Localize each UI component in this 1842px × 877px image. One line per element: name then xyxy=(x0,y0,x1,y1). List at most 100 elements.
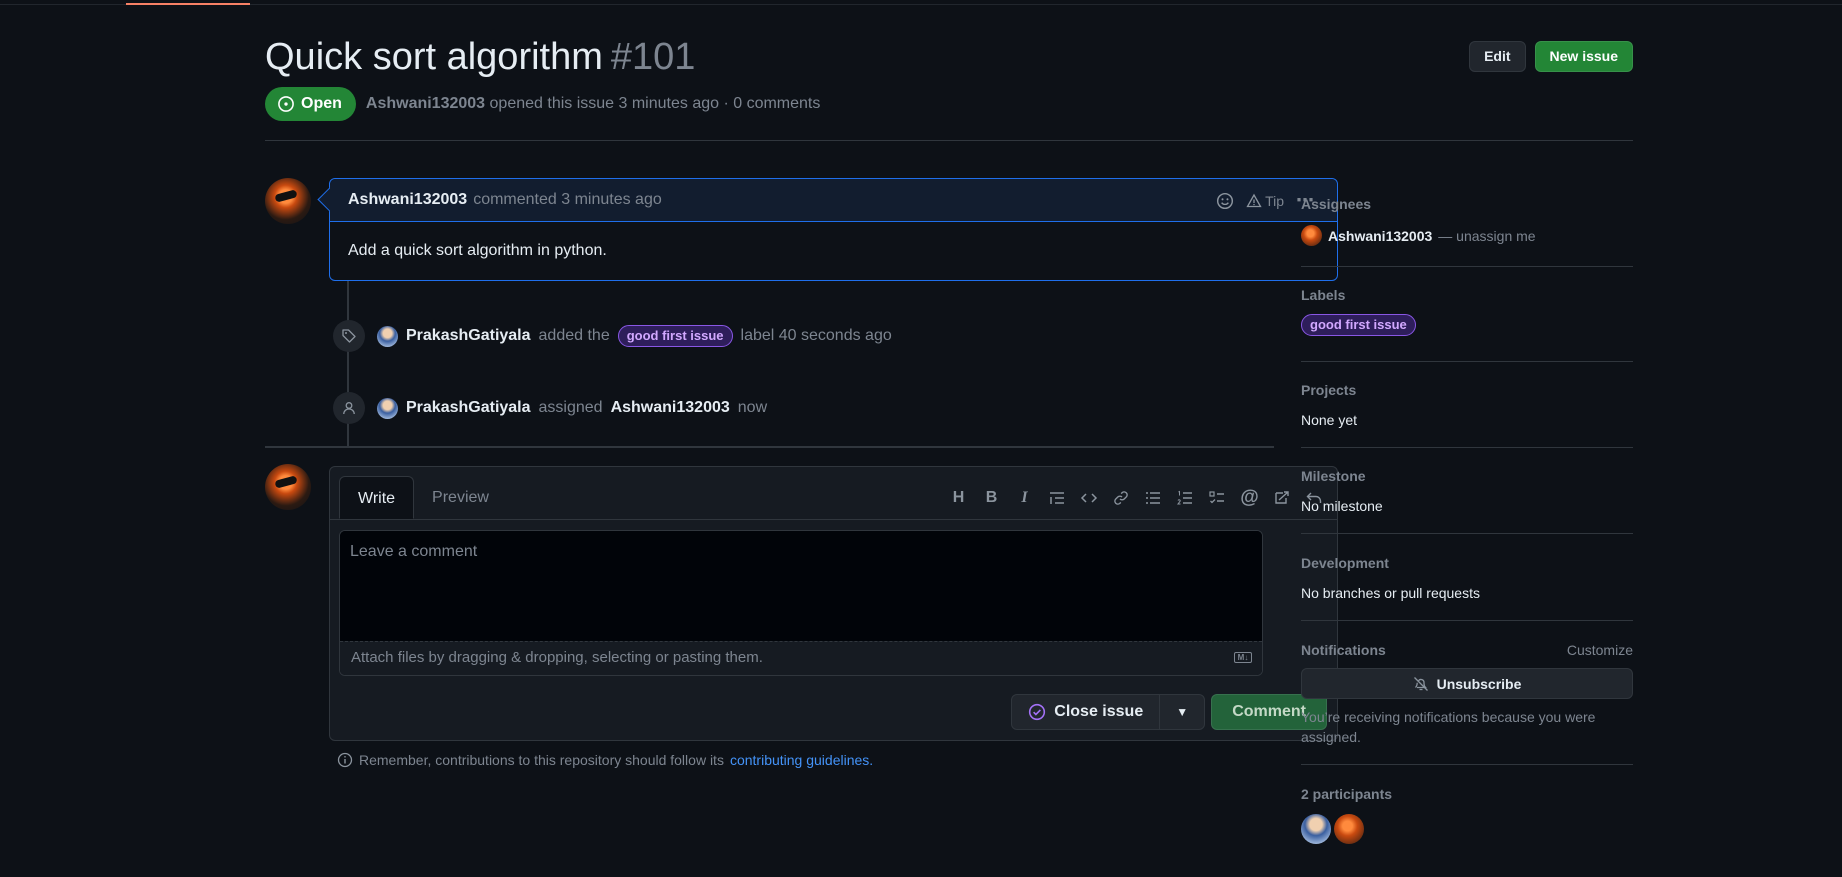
sidebar-divider xyxy=(1301,533,1633,534)
label-badge[interactable]: good first issue xyxy=(617,325,733,347)
event-action: added the xyxy=(538,327,610,344)
sidebar-divider xyxy=(1301,361,1633,362)
development-title[interactable]: Development xyxy=(1301,555,1633,571)
close-issue-button-group: Close issue ▼ xyxy=(1011,694,1206,730)
notifications-section: Notifications Customize Unsubscribe You’… xyxy=(1301,642,1633,747)
labels-section: Labels good first issue xyxy=(1301,287,1633,336)
avatar[interactable] xyxy=(1334,814,1364,844)
bold-icon[interactable]: B xyxy=(982,489,1001,507)
timeline-event-assigned: PrakashGatiyala assigned Ashwani132003 n… xyxy=(333,392,767,424)
check-circle-icon xyxy=(1029,703,1046,721)
avatar[interactable] xyxy=(265,178,311,224)
new-issue-button[interactable]: New issue xyxy=(1534,41,1633,72)
issue-number: #101 xyxy=(610,36,696,78)
development-section: Development No branches or pull requests xyxy=(1301,555,1633,601)
comment-composer: Write Preview H B I @ Attach files by dr… xyxy=(329,466,1338,741)
tag-icon xyxy=(342,329,356,343)
milestone-title[interactable]: Milestone xyxy=(1301,468,1633,484)
person-icon xyxy=(343,402,355,415)
event-action: assigned xyxy=(538,399,603,416)
avatar[interactable] xyxy=(1301,814,1331,844)
triangle-down-icon[interactable]: ▼ xyxy=(1160,705,1204,719)
assignee-row: Ashwani132003 — unassign me xyxy=(1301,225,1633,246)
avatar[interactable] xyxy=(377,325,398,347)
development-value: No branches or pull requests xyxy=(1301,585,1480,601)
unsubscribe-label: Unsubscribe xyxy=(1436,675,1522,692)
opened-by: Ashwani132003 opened this issue 3 minute… xyxy=(366,95,820,113)
tip-button[interactable]: Tip xyxy=(1246,193,1284,209)
sidebar-divider xyxy=(1301,447,1633,448)
sidebar-divider xyxy=(1301,764,1633,765)
projects-title[interactable]: Projects xyxy=(1301,382,1633,398)
file-attachment-area[interactable]: Attach files by dragging & dropping, sel… xyxy=(340,641,1262,675)
attach-text: Attach files by dragging & dropping, sel… xyxy=(351,649,763,666)
unassign-link[interactable]: — unassign me xyxy=(1438,228,1535,244)
smiley-icon[interactable] xyxy=(1216,192,1234,210)
header-actions: Edit New issue xyxy=(1469,41,1633,72)
header-divider xyxy=(265,140,1633,141)
assignees-section: Assignees Ashwani132003 — unassign me xyxy=(1301,196,1633,246)
timeline-event-labeled: PrakashGatiyala added the good first iss… xyxy=(333,320,892,352)
issue-title-text: Quick sort algorithm xyxy=(265,36,603,78)
numbered-list-icon[interactable] xyxy=(1176,490,1194,506)
close-issue-button[interactable]: Close issue xyxy=(1012,695,1161,729)
tab-preview[interactable]: Preview xyxy=(414,476,507,519)
alert-icon xyxy=(1246,193,1262,207)
avatar[interactable] xyxy=(1301,225,1322,246)
timeline-divider xyxy=(265,446,1274,448)
edit-button[interactable]: Edit xyxy=(1469,41,1526,72)
unsubscribe-button[interactable]: Unsubscribe xyxy=(1301,668,1633,699)
composer-actions: Close issue ▼ Comment xyxy=(1011,694,1327,730)
comment-field-wrap: Attach files by dragging & dropping, sel… xyxy=(339,530,1263,676)
event-time[interactable]: now xyxy=(738,399,767,417)
link-icon[interactable] xyxy=(1112,490,1130,506)
participants-section: 2 participants xyxy=(1301,786,1633,844)
comment-time[interactable]: commented 3 minutes ago xyxy=(473,191,662,209)
customize-button[interactable]: Customize xyxy=(1567,642,1633,658)
label-badge[interactable]: good first issue xyxy=(1301,314,1416,336)
avatar[interactable] xyxy=(265,464,311,510)
info-icon xyxy=(337,752,353,768)
status-label: Open xyxy=(301,95,342,112)
event-actor-link[interactable]: PrakashGatiyala xyxy=(406,399,531,417)
notifications-reason: You’re receiving notifications because y… xyxy=(1301,709,1596,745)
assignee-link[interactable]: Ashwani132003 xyxy=(1328,228,1432,244)
comment-body: Add a quick sort algorithm in python. xyxy=(348,242,607,259)
avatar[interactable] xyxy=(377,397,398,419)
bullet-list-icon[interactable] xyxy=(1144,490,1162,506)
contributing-guidelines-link[interactable]: contributing guidelines. xyxy=(730,752,873,768)
event-icon-wrap xyxy=(333,320,365,352)
top-nav-border xyxy=(0,4,1842,5)
assignees-title[interactable]: Assignees xyxy=(1301,196,1633,212)
participants-list xyxy=(1301,814,1633,844)
code-icon[interactable] xyxy=(1080,490,1098,506)
close-issue-label: Close issue xyxy=(1054,703,1144,720)
heading-icon[interactable]: H xyxy=(949,489,968,507)
mention-icon[interactable]: @ xyxy=(1240,487,1259,509)
tasklist-icon[interactable] xyxy=(1208,490,1226,506)
comment-textarea[interactable] xyxy=(340,531,1262,642)
projects-value: None yet xyxy=(1301,412,1358,428)
issue-author-link[interactable]: Ashwani132003 xyxy=(366,95,485,112)
tabs-divider xyxy=(330,519,1337,520)
comment-header: Ashwani132003 commented 3 minutes ago Ti… xyxy=(330,179,1337,222)
markdown-icon[interactable]: M↓ xyxy=(1234,652,1252,663)
issue-meta: Open Ashwani132003 opened this issue 3 m… xyxy=(265,87,820,121)
italic-icon[interactable]: I xyxy=(1015,489,1034,507)
quote-icon[interactable] xyxy=(1048,490,1066,506)
event-target-link[interactable]: Ashwani132003 xyxy=(611,399,730,417)
cross-reference-icon[interactable] xyxy=(1273,490,1291,506)
event-time[interactable]: label 40 seconds ago xyxy=(741,327,892,345)
projects-section: Projects None yet xyxy=(1301,382,1633,428)
contributing-reminder: Remember, contributions to this reposito… xyxy=(337,752,873,768)
labels-title[interactable]: Labels xyxy=(1301,287,1633,303)
status-badge: Open xyxy=(265,87,356,121)
opened-text: opened this issue 3 minutes ago · 0 comm… xyxy=(489,95,821,112)
tab-write[interactable]: Write xyxy=(339,476,415,519)
sidebar-divider xyxy=(1301,620,1633,621)
composer-tabs: Write Preview xyxy=(339,476,507,519)
comment-author-link[interactable]: Ashwani132003 xyxy=(348,191,467,209)
issue-opened-icon xyxy=(278,96,294,112)
event-actor-link[interactable]: PrakashGatiyala xyxy=(406,327,531,345)
labels-list: good first issue xyxy=(1301,314,1633,336)
